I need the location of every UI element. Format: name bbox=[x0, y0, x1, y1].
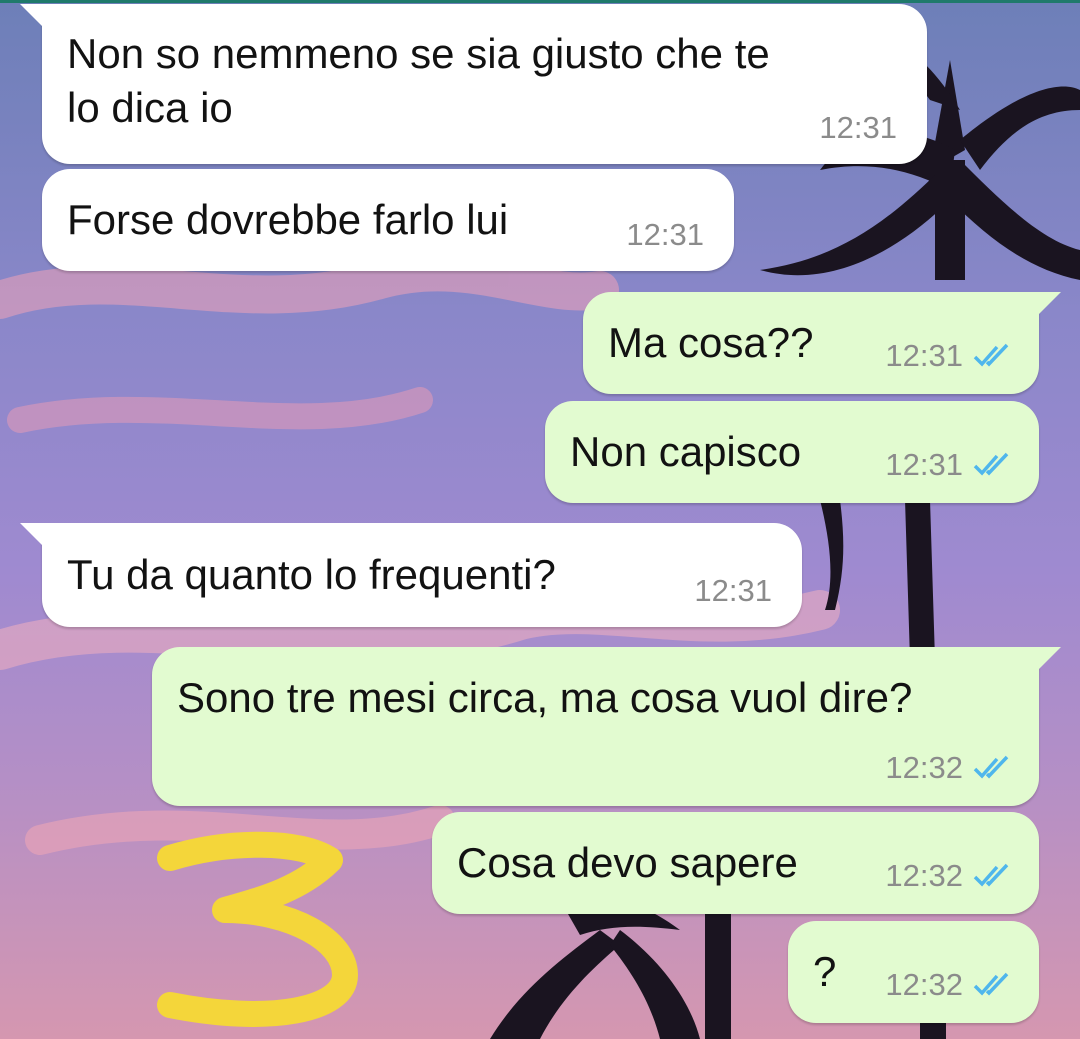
handwritten-number-annotation bbox=[157, 831, 358, 1027]
message-text: ? bbox=[813, 948, 837, 995]
message-text: Forse dovrebbe farlo lui bbox=[67, 196, 509, 243]
double-check-icon bbox=[973, 755, 1009, 779]
message-bubble-outgoing[interactable]: Sono tre mesi circa, ma cosa vuol dire? … bbox=[152, 647, 1061, 806]
top-edge-bar bbox=[0, 0, 1080, 3]
message-text: Ma cosa?? bbox=[608, 319, 814, 366]
message-bubble-incoming[interactable]: Non so nemmeno se sia giusto che te lo d… bbox=[20, 4, 927, 164]
bubble-tail bbox=[1035, 647, 1061, 673]
message-text: Non so nemmeno se sia giusto che te lo d… bbox=[67, 30, 770, 131]
message-time: 12:31 bbox=[885, 447, 963, 482]
double-check-icon bbox=[973, 343, 1009, 367]
message-meta: 12:31 bbox=[694, 573, 772, 609]
message-text: Non capisco bbox=[570, 428, 802, 475]
message-meta: 12:31 bbox=[626, 217, 704, 253]
message-bubble-outgoing[interactable]: Ma cosa?? 12:31 bbox=[583, 292, 1061, 394]
message-meta: 12:31 bbox=[885, 447, 1017, 483]
message-bubble-outgoing[interactable]: Cosa devo sapere 12:32 bbox=[432, 812, 1039, 914]
message-text: Sono tre mesi circa, ma cosa vuol dire? bbox=[177, 674, 913, 721]
message-time: 12:31 bbox=[885, 338, 963, 373]
message-bubble-incoming[interactable]: Forse dovrebbe farlo lui 12:31 bbox=[42, 169, 734, 271]
message-time: 12:31 bbox=[626, 217, 704, 252]
message-bubble-incoming[interactable]: Tu da quanto lo frequenti? 12:31 bbox=[20, 523, 802, 627]
message-time: 12:32 bbox=[885, 858, 963, 893]
double-check-icon bbox=[973, 452, 1009, 476]
bubble-tail bbox=[20, 523, 46, 549]
message-text: Tu da quanto lo frequenti? bbox=[67, 551, 556, 598]
message-text: Cosa devo sapere bbox=[457, 839, 798, 886]
message-time: 12:32 bbox=[885, 750, 963, 785]
double-check-icon bbox=[973, 863, 1009, 887]
message-meta: 12:32 bbox=[885, 750, 1017, 786]
message-bubble-outgoing[interactable]: ? 12:32 bbox=[788, 921, 1039, 1023]
bubble-tail bbox=[20, 4, 46, 30]
message-bubble-outgoing[interactable]: Non capisco 12:31 bbox=[545, 401, 1039, 503]
message-meta: 12:32 bbox=[885, 967, 1017, 1003]
message-meta: 12:31 bbox=[885, 338, 1017, 374]
message-time: 12:31 bbox=[694, 573, 772, 608]
double-check-icon bbox=[973, 972, 1009, 996]
message-time: 12:32 bbox=[885, 967, 963, 1002]
bubble-tail bbox=[1035, 292, 1061, 318]
message-time: 12:31 bbox=[819, 110, 897, 145]
message-meta: 12:31 bbox=[819, 110, 897, 146]
message-meta: 12:32 bbox=[885, 858, 1017, 894]
